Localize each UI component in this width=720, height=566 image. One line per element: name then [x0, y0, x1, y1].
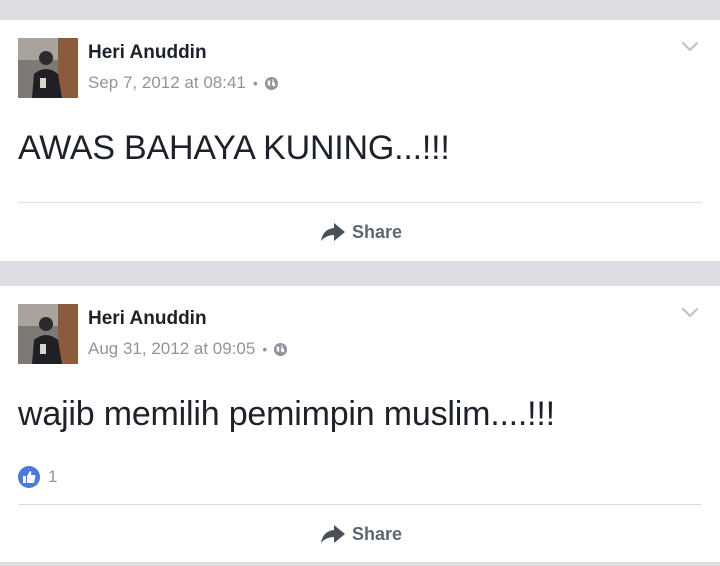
post-text: AWAS BAHAYA KUNING...!!!	[18, 129, 450, 167]
avatar[interactable]	[18, 304, 78, 364]
avatar-image	[18, 304, 78, 364]
share-arrow-icon	[320, 525, 345, 543]
like-count: 1	[48, 467, 58, 486]
post-meta: Aug 31, 2012 at 09:05 •	[88, 339, 288, 359]
author-name[interactable]: Heri Anuddin	[88, 308, 207, 330]
globe-icon[interactable]	[273, 342, 288, 357]
post-card: Heri Anuddin Aug 31, 2012 at 09:05 • waj…	[0, 286, 720, 562]
share-label: Share	[351, 523, 403, 544]
post-meta: Sep 7, 2012 at 08:41 •	[88, 73, 279, 93]
reaction-summary[interactable]: 1	[18, 466, 57, 488]
share-button[interactable]: Share	[0, 514, 720, 554]
author-name[interactable]: Heri Anuddin	[88, 42, 207, 64]
globe-icon[interactable]	[264, 76, 279, 91]
chevron-down-icon[interactable]	[680, 40, 700, 54]
post-timestamp[interactable]: Sep 7, 2012 at 08:41	[88, 73, 246, 93]
divider	[18, 202, 702, 203]
avatar[interactable]	[18, 38, 78, 98]
share-label: Share	[351, 221, 403, 242]
post-timestamp[interactable]: Aug 31, 2012 at 09:05	[88, 339, 255, 359]
meta-separator: •	[262, 341, 268, 357]
meta-separator: •	[252, 75, 258, 91]
avatar-image	[18, 38, 78, 98]
divider	[18, 504, 702, 505]
post-card: Heri Anuddin Sep 7, 2012 at 08:41 • AWAS…	[0, 20, 720, 261]
post-text: wajib memilih pemimpin muslim....!!!	[18, 395, 555, 433]
share-button[interactable]: Share	[0, 212, 720, 252]
like-icon	[18, 466, 40, 488]
chevron-down-icon[interactable]	[680, 306, 700, 320]
share-arrow-icon	[320, 223, 345, 241]
